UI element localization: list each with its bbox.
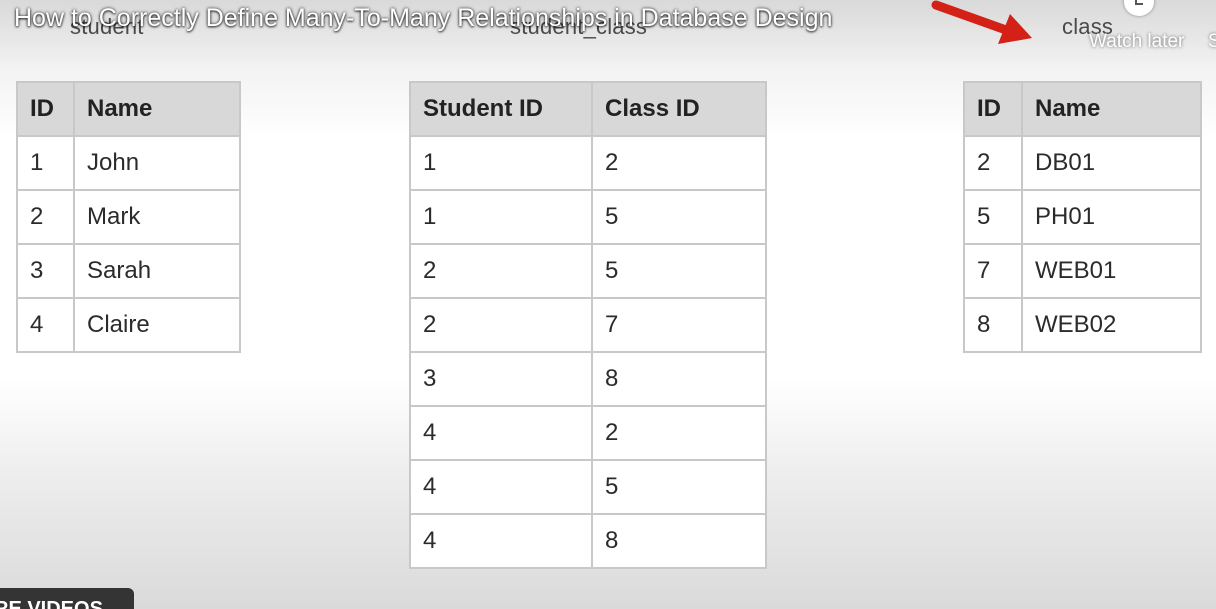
video-frame[interactable]: student student_class class ID Name 1 Jo… [0,0,1216,609]
table-row: 3 8 [409,351,767,407]
column-header: Name [73,81,241,137]
table-row: 4 8 [409,513,767,569]
table-row: 2 Mark [16,189,241,245]
table-cell: 5 [591,189,767,245]
table-cell: 4 [409,405,593,461]
table-header-row: ID Name [963,81,1202,137]
watch-later-button[interactable]: Watch later [1089,31,1184,53]
table-cell: PH01 [1021,189,1202,245]
table-cell: 5 [963,189,1023,245]
table-cell: 2 [409,297,593,353]
class-table: ID Name 2 DB01 5 PH01 7 WEB01 8 WEB02 [963,81,1202,353]
table-cell: Claire [73,297,241,353]
table-row: 7 WEB01 [963,243,1202,299]
table-cell: John [73,135,241,191]
table-cell: 5 [591,243,767,299]
table-cell: WEB02 [1021,297,1202,353]
table-cell: 3 [409,351,593,407]
table-cell: 3 [16,243,75,299]
clock-icon[interactable] [1124,0,1154,16]
table-row: 3 Sarah [16,243,241,299]
table-cell: 1 [409,135,593,191]
table-cell: 1 [16,135,75,191]
table-cell: 2 [409,243,593,299]
table-header-row: Student ID Class ID [409,81,767,137]
video-title-link[interactable]: How to Correctly Define Many-To-Many Rel… [14,4,832,33]
table-row: 2 7 [409,297,767,353]
column-header: ID [16,81,75,137]
table-cell: 8 [963,297,1023,353]
table-cell: Sarah [73,243,241,299]
share-button[interactable]: S [1208,31,1216,53]
column-header: Name [1021,81,1202,137]
column-header: Class ID [591,81,767,137]
table-cell: 7 [591,297,767,353]
column-header: ID [963,81,1023,137]
table-cell: 4 [409,513,593,569]
table-cell: 2 [591,405,767,461]
table-cell: Mark [73,189,241,245]
table-cell: 4 [409,459,593,515]
table-row: 5 PH01 [963,189,1202,245]
table-cell: 2 [16,189,75,245]
table-cell: 2 [963,135,1023,191]
table-cell: 4 [16,297,75,353]
table-row: 8 WEB02 [963,297,1202,353]
table-cell: DB01 [1021,135,1202,191]
table-row: 1 2 [409,135,767,191]
table-row: 4 Claire [16,297,241,353]
table-cell: 7 [963,243,1023,299]
table-cell: 2 [591,135,767,191]
table-row: 2 5 [409,243,767,299]
table-row: 1 John [16,135,241,191]
student-class-table: Student ID Class ID 1 2 1 5 2 5 2 7 3 8 … [409,81,767,569]
red-arrow-icon [931,0,1032,44]
red-arrow-shaft [931,0,1011,35]
table-cell: 5 [591,459,767,515]
table-header-row: ID Name [16,81,241,137]
student-table: ID Name 1 John 2 Mark 3 Sarah 4 Claire [16,81,241,353]
table-cell: 8 [591,513,767,569]
table-cell: 8 [591,351,767,407]
table-row: 1 5 [409,189,767,245]
table-row: 4 2 [409,405,767,461]
more-videos-button[interactable]: RE VIDEOS [0,588,134,609]
table-row: 2 DB01 [963,135,1202,191]
table-cell: WEB01 [1021,243,1202,299]
table-row: 4 5 [409,459,767,515]
table-cell: 1 [409,189,593,245]
column-header: Student ID [409,81,593,137]
